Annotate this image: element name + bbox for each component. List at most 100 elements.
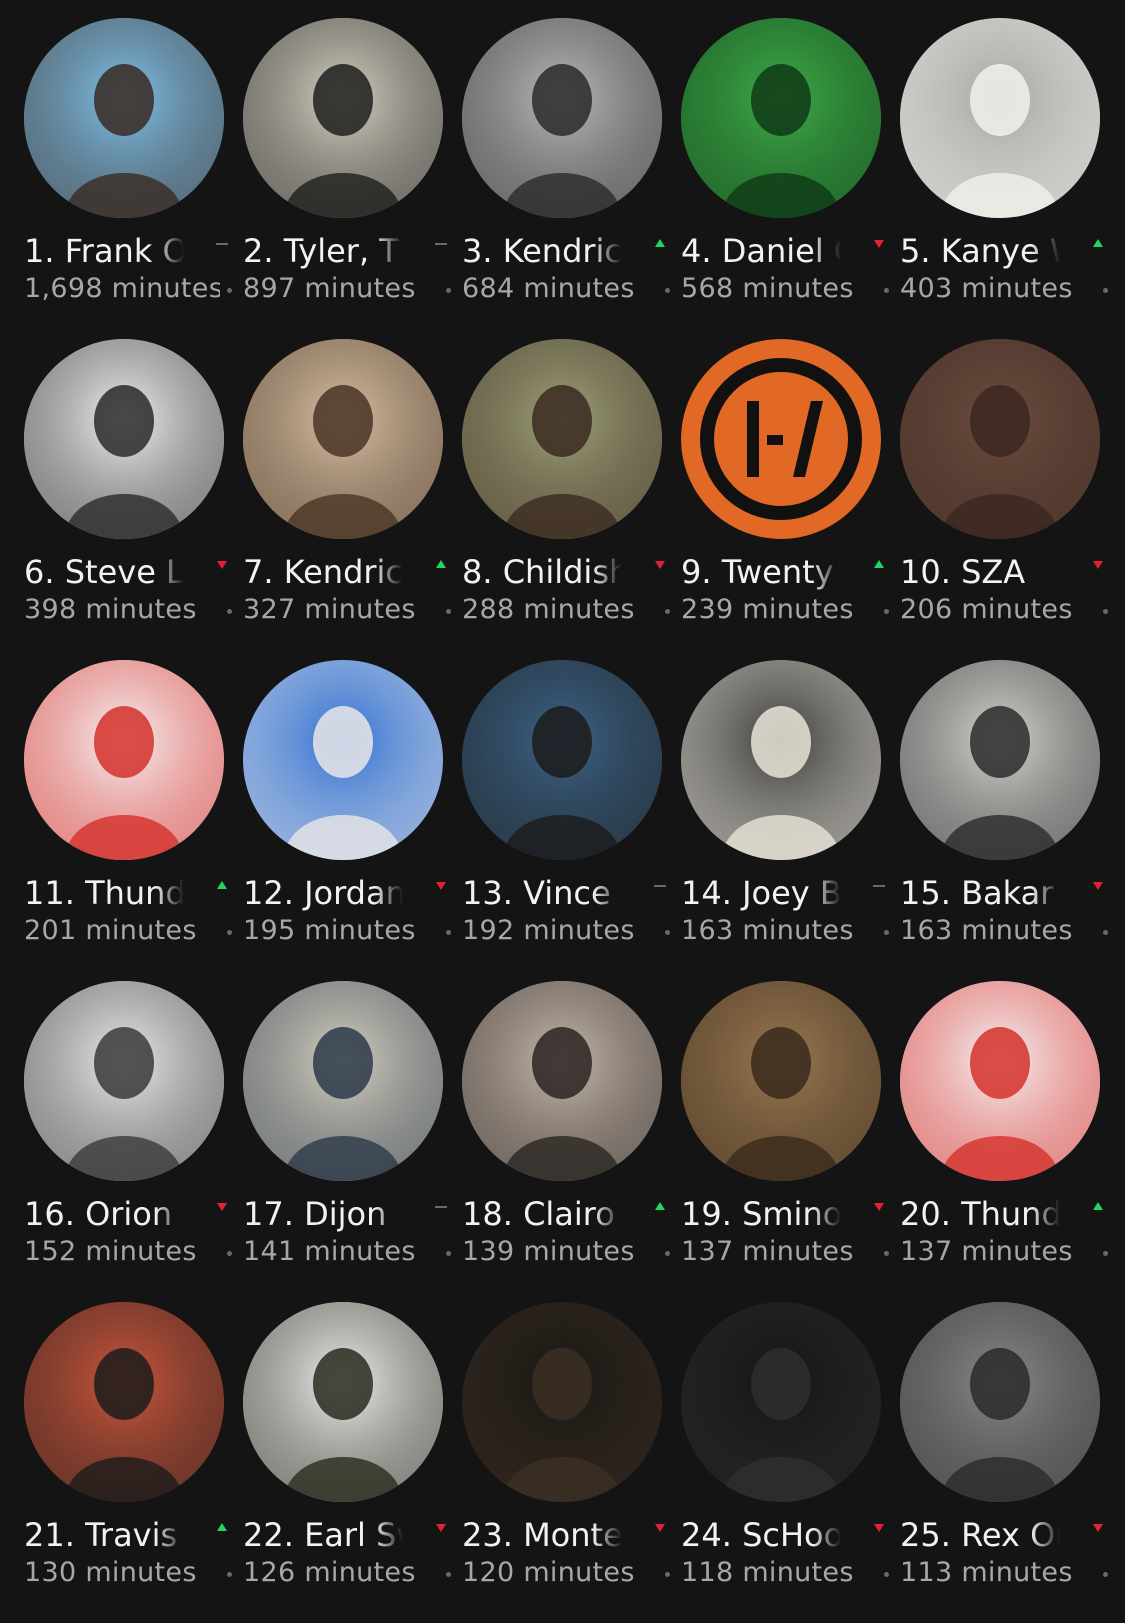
artist-avatar[interactable]	[462, 660, 662, 860]
artist-card[interactable]: 19. Smino 137 minutes	[681, 981, 889, 1302]
artist-name[interactable]: 15. Bakar	[900, 873, 1060, 913]
minutes-row: 192 minutes	[462, 914, 674, 950]
artist-name[interactable]: 11. Thundercat	[24, 873, 184, 913]
minutes-row: 163 minutes	[900, 914, 1112, 950]
artist-card[interactable]: 6. Steve Lacy398 minutes	[24, 339, 232, 660]
artist-card[interactable]: 17. Dijon 141 minutes	[243, 981, 451, 1302]
artist-name[interactable]: 7. Kendrick Lamar	[243, 552, 403, 592]
artist-avatar[interactable]	[24, 339, 224, 539]
artist-photo-icon	[900, 660, 1100, 860]
artist-avatar[interactable]	[900, 981, 1100, 1181]
artist-avatar[interactable]	[24, 1302, 224, 1502]
artist-card[interactable]: 21. Travis Scott130 minutes	[24, 1302, 232, 1623]
artist-avatar[interactable]	[24, 18, 224, 218]
artist-card[interactable]: 23. Monte Booker120 minutes	[462, 1302, 670, 1623]
artist-card[interactable]: 9. Twenty One Pilots239 minutes	[681, 339, 889, 660]
artist-card[interactable]: 24. ScHoolboy Q118 minutes	[681, 1302, 889, 1623]
artist-avatar[interactable]	[681, 339, 881, 539]
artist-card[interactable]: 2. Tyler, The Creator897 minutes	[243, 18, 451, 339]
artist-name[interactable]: 6. Steve Lacy	[24, 552, 184, 592]
artist-name[interactable]: 5. Kanye West	[900, 231, 1060, 271]
artist-card[interactable]: 13. Vince Staples192 minutes	[462, 660, 670, 981]
artist-avatar[interactable]	[681, 1302, 881, 1502]
artist-card[interactable]: 5. Kanye West403 minutes	[900, 18, 1108, 339]
artist-avatar[interactable]	[681, 18, 881, 218]
artist-avatar[interactable]	[462, 981, 662, 1181]
separator-dot-icon	[665, 288, 670, 293]
artist-name[interactable]: 19. Smino	[681, 1194, 841, 1234]
artist-avatar[interactable]	[900, 18, 1100, 218]
listening-minutes: 403 minutes	[900, 273, 1073, 304]
artist-avatar[interactable]	[900, 339, 1100, 539]
artist-name[interactable]: 3. Kendrick Lamar	[462, 231, 622, 271]
trend-down-icon	[1090, 556, 1106, 572]
artist-card[interactable]: 1. Frank Ocean1,698 minutes	[24, 18, 232, 339]
artist-avatar[interactable]	[243, 339, 443, 539]
listening-minutes: 118 minutes	[681, 1557, 854, 1588]
artist-name-row: 8. Childish Gambino	[462, 552, 674, 592]
artist-name[interactable]: 24. ScHoolboy Q	[681, 1515, 841, 1555]
artist-name[interactable]: 18. Clairo	[462, 1194, 622, 1234]
artist-card[interactable]: 10. SZA 206 minutes	[900, 339, 1108, 660]
artist-name[interactable]: 21. Travis Scott	[24, 1515, 184, 1555]
minutes-row: 152 minutes	[24, 1235, 236, 1271]
artist-card[interactable]: 16. Orion Sun152 minutes	[24, 981, 232, 1302]
artist-avatar[interactable]	[900, 660, 1100, 860]
separator-dot-icon	[227, 609, 232, 614]
artist-name[interactable]: 16. Orion Sun	[24, 1194, 184, 1234]
artist-name[interactable]: 13. Vince Staples	[462, 873, 622, 913]
artist-name[interactable]: 1. Frank Ocean	[24, 231, 184, 271]
minutes-row: 403 minutes	[900, 272, 1112, 308]
artist-name[interactable]: 10. SZA	[900, 552, 1060, 592]
artist-name-row: 3. Kendrick Lamar	[462, 231, 674, 271]
artist-avatar[interactable]	[243, 981, 443, 1181]
artist-avatar[interactable]	[462, 1302, 662, 1502]
artist-name[interactable]: 2. Tyler, The Creator	[243, 231, 403, 271]
artist-name[interactable]: 22. Earl Sweatshirt	[243, 1515, 403, 1555]
artist-avatar[interactable]	[24, 981, 224, 1181]
artist-card[interactable]: 14. Joey Bada$$163 minutes	[681, 660, 889, 981]
artist-name[interactable]: 4. Daniel Caesar	[681, 231, 841, 271]
artist-name[interactable]: 14. Joey Bada$$	[681, 873, 841, 913]
artist-card[interactable]: 3. Kendrick Lamar684 minutes	[462, 18, 670, 339]
artist-photo-icon	[243, 1302, 443, 1502]
artist-name-row: 4. Daniel Caesar	[681, 231, 893, 271]
artist-avatar[interactable]	[462, 339, 662, 539]
separator-dot-icon	[884, 609, 889, 614]
artist-avatar[interactable]	[900, 1302, 1100, 1502]
trend-down-icon	[871, 1519, 887, 1535]
artist-card[interactable]: 20. Thundercat137 minutes	[900, 981, 1108, 1302]
artist-card[interactable]: 7. Kendrick Lamar327 minutes	[243, 339, 451, 660]
artist-name[interactable]: 12. Jordan Ward	[243, 873, 403, 913]
separator-dot-icon	[884, 1251, 889, 1256]
listening-minutes: 327 minutes	[243, 594, 416, 625]
artist-photo-icon	[462, 339, 662, 539]
artist-card[interactable]: 11. Thundercat201 minutes	[24, 660, 232, 981]
artist-card[interactable]: 12. Jordan Ward195 minutes	[243, 660, 451, 981]
separator-dot-icon	[446, 1572, 451, 1577]
artist-avatar[interactable]	[24, 660, 224, 860]
artist-avatar[interactable]	[681, 660, 881, 860]
artist-card[interactable]: 4. Daniel Caesar568 minutes	[681, 18, 889, 339]
artist-avatar[interactable]	[243, 660, 443, 860]
minutes-row: 137 minutes	[900, 1235, 1112, 1271]
artist-avatar[interactable]	[681, 981, 881, 1181]
artist-avatar[interactable]	[243, 18, 443, 218]
artist-card[interactable]: 25. Rex Orange County113 minutes	[900, 1302, 1108, 1623]
artist-card[interactable]: 18. Clairo 139 minutes	[462, 981, 670, 1302]
artist-card[interactable]: 15. Bakar 163 minutes	[900, 660, 1108, 981]
listening-minutes: 163 minutes	[681, 915, 854, 946]
artist-name[interactable]: 20. Thundercat	[900, 1194, 1060, 1234]
artist-avatar[interactable]	[243, 1302, 443, 1502]
artist-photo-icon	[462, 660, 662, 860]
artist-name[interactable]: 17. Dijon	[243, 1194, 403, 1234]
artist-name[interactable]: 25. Rex Orange County	[900, 1515, 1060, 1555]
artist-card[interactable]: 8. Childish Gambino288 minutes	[462, 339, 670, 660]
artist-name[interactable]: 23. Monte Booker	[462, 1515, 622, 1555]
artist-name[interactable]: 9. Twenty One Pilots	[681, 552, 841, 592]
artist-name-row: 1. Frank Ocean	[24, 231, 236, 271]
trend-up-icon	[1090, 1198, 1106, 1214]
artist-avatar[interactable]	[462, 18, 662, 218]
artist-name[interactable]: 8. Childish Gambino	[462, 552, 622, 592]
artist-card[interactable]: 22. Earl Sweatshirt126 minutes	[243, 1302, 451, 1623]
